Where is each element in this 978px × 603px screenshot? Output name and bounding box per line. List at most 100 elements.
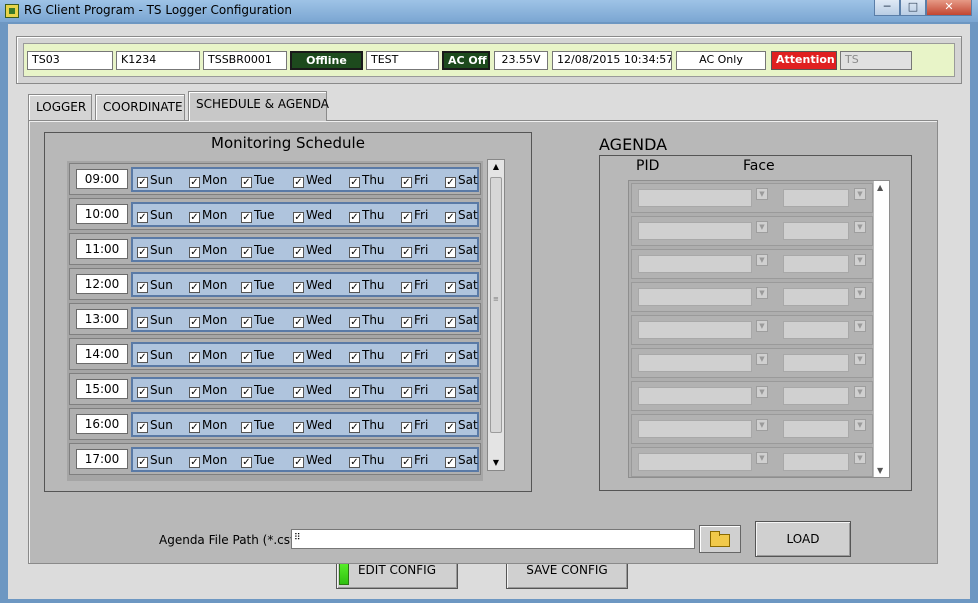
scroll-thumb[interactable]: ≡: [490, 177, 502, 433]
day-checkbox-mon[interactable]: ✓ Mon: [189, 208, 227, 224]
day-checkbox-sat[interactable]: ✓ Sat: [445, 278, 478, 294]
agenda-face-field[interactable]: [783, 255, 849, 273]
day-checkbox-sat[interactable]: ✓ Sat: [445, 453, 478, 469]
day-checkbox-wed[interactable]: ✓ Wed: [293, 418, 332, 434]
day-checkbox-fri[interactable]: ✓ Fri: [401, 348, 428, 364]
schedule-time-field[interactable]: 15:00: [76, 379, 128, 399]
pid-dropdown-icon[interactable]: ▼: [756, 287, 768, 299]
day-checkbox-wed[interactable]: ✓ Wed: [293, 348, 332, 364]
day-checkbox-thu[interactable]: ✓ Thu: [349, 278, 385, 294]
agenda-face-field[interactable]: [783, 420, 849, 438]
face-dropdown-icon[interactable]: ▼: [854, 353, 866, 365]
agenda-pid-field[interactable]: [638, 222, 752, 240]
day-checkbox-fri[interactable]: ✓ Fri: [401, 453, 428, 469]
day-checkbox-sat[interactable]: ✓ Sat: [445, 173, 478, 189]
agenda-face-field[interactable]: [783, 189, 849, 207]
schedule-time-field[interactable]: 12:00: [76, 274, 128, 294]
day-checkbox-sun[interactable]: ✓ Sun: [137, 418, 173, 434]
day-checkbox-thu[interactable]: ✓ Thu: [349, 313, 385, 329]
close-button[interactable]: ✕: [926, 0, 972, 16]
day-checkbox-fri[interactable]: ✓ Fri: [401, 278, 428, 294]
tab-logger[interactable]: LOGGER: [28, 94, 92, 120]
face-dropdown-icon[interactable]: ▼: [854, 287, 866, 299]
scroll-up-arrow[interactable]: ▲: [491, 162, 501, 172]
day-checkbox-mon[interactable]: ✓ Mon: [189, 348, 227, 364]
agenda-pid-field[interactable]: [638, 387, 752, 405]
agenda-file-path-input[interactable]: ⠿: [291, 529, 695, 549]
face-dropdown-icon[interactable]: ▼: [854, 188, 866, 200]
day-checkbox-sat[interactable]: ✓ Sat: [445, 348, 478, 364]
day-checkbox-sun[interactable]: ✓ Sun: [137, 208, 173, 224]
load-button[interactable]: LOAD: [755, 521, 851, 557]
schedule-time-field[interactable]: 17:00: [76, 449, 128, 469]
day-checkbox-tue[interactable]: ✓ Tue: [241, 418, 275, 434]
agenda-scroll-down-arrow[interactable]: ▼: [877, 466, 883, 475]
day-checkbox-tue[interactable]: ✓ Tue: [241, 313, 275, 329]
day-checkbox-sat[interactable]: ✓ Sat: [445, 208, 478, 224]
day-checkbox-thu[interactable]: ✓ Thu: [349, 418, 385, 434]
face-dropdown-icon[interactable]: ▼: [854, 386, 866, 398]
day-checkbox-thu[interactable]: ✓ Thu: [349, 348, 385, 364]
day-checkbox-sat[interactable]: ✓ Sat: [445, 383, 478, 399]
day-checkbox-sun[interactable]: ✓ Sun: [137, 383, 173, 399]
day-checkbox-sun[interactable]: ✓ Sun: [137, 243, 173, 259]
pid-dropdown-icon[interactable]: ▼: [756, 353, 768, 365]
day-checkbox-tue[interactable]: ✓ Tue: [241, 243, 275, 259]
day-checkbox-wed[interactable]: ✓ Wed: [293, 173, 332, 189]
agenda-face-field[interactable]: [783, 453, 849, 471]
schedule-time-field[interactable]: 14:00: [76, 344, 128, 364]
pid-dropdown-icon[interactable]: ▼: [756, 188, 768, 200]
day-checkbox-tue[interactable]: ✓ Tue: [241, 208, 275, 224]
tab-coordinate[interactable]: COORDINATE: [95, 94, 185, 120]
agenda-face-field[interactable]: [783, 222, 849, 240]
day-checkbox-fri[interactable]: ✓ Fri: [401, 383, 428, 399]
agenda-face-field[interactable]: [783, 321, 849, 339]
schedule-time-field[interactable]: 11:00: [76, 239, 128, 259]
day-checkbox-sun[interactable]: ✓ Sun: [137, 278, 173, 294]
schedule-time-field[interactable]: 16:00: [76, 414, 128, 434]
agenda-pid-field[interactable]: [638, 420, 752, 438]
day-checkbox-thu[interactable]: ✓ Thu: [349, 208, 385, 224]
maximize-button[interactable]: □: [900, 0, 926, 16]
agenda-face-field[interactable]: [783, 387, 849, 405]
day-checkbox-sun[interactable]: ✓ Sun: [137, 173, 173, 189]
day-checkbox-fri[interactable]: ✓ Fri: [401, 313, 428, 329]
day-checkbox-wed[interactable]: ✓ Wed: [293, 453, 332, 469]
day-checkbox-mon[interactable]: ✓ Mon: [189, 453, 227, 469]
day-checkbox-sun[interactable]: ✓ Sun: [137, 313, 173, 329]
day-checkbox-tue[interactable]: ✓ Tue: [241, 383, 275, 399]
schedule-time-field[interactable]: 10:00: [76, 204, 128, 224]
day-checkbox-sun[interactable]: ✓ Sun: [137, 453, 173, 469]
agenda-scroll-up-arrow[interactable]: ▲: [877, 183, 883, 192]
agenda-pid-field[interactable]: [638, 189, 752, 207]
day-checkbox-mon[interactable]: ✓ Mon: [189, 173, 227, 189]
day-checkbox-mon[interactable]: ✓ Mon: [189, 278, 227, 294]
pid-dropdown-icon[interactable]: ▼: [756, 221, 768, 233]
day-checkbox-mon[interactable]: ✓ Mon: [189, 383, 227, 399]
face-dropdown-icon[interactable]: ▼: [854, 320, 866, 332]
agenda-pid-field[interactable]: [638, 288, 752, 306]
pid-dropdown-icon[interactable]: ▼: [756, 386, 768, 398]
scroll-down-arrow[interactable]: ▼: [491, 458, 501, 468]
tab-schedule-agenda[interactable]: SCHEDULE & AGENDA: [188, 91, 329, 121]
agenda-pid-field[interactable]: [638, 354, 752, 372]
day-checkbox-thu[interactable]: ✓ Thu: [349, 383, 385, 399]
face-dropdown-icon[interactable]: ▼: [854, 419, 866, 431]
pid-dropdown-icon[interactable]: ▼: [756, 419, 768, 431]
agenda-pid-field[interactable]: [638, 321, 752, 339]
face-dropdown-icon[interactable]: ▼: [854, 254, 866, 266]
day-checkbox-wed[interactable]: ✓ Wed: [293, 243, 332, 259]
day-checkbox-tue[interactable]: ✓ Tue: [241, 278, 275, 294]
day-checkbox-sat[interactable]: ✓ Sat: [445, 418, 478, 434]
schedule-time-field[interactable]: 09:00: [76, 169, 128, 189]
agenda-face-field[interactable]: [783, 354, 849, 372]
day-checkbox-tue[interactable]: ✓ Tue: [241, 348, 275, 364]
face-dropdown-icon[interactable]: ▼: [854, 221, 866, 233]
agenda-pid-field[interactable]: [638, 255, 752, 273]
day-checkbox-wed[interactable]: ✓ Wed: [293, 313, 332, 329]
schedule-time-field[interactable]: 13:00: [76, 309, 128, 329]
day-checkbox-fri[interactable]: ✓ Fri: [401, 243, 428, 259]
minimize-button[interactable]: ─: [874, 0, 900, 16]
pid-dropdown-icon[interactable]: ▼: [756, 320, 768, 332]
day-checkbox-tue[interactable]: ✓ Tue: [241, 453, 275, 469]
